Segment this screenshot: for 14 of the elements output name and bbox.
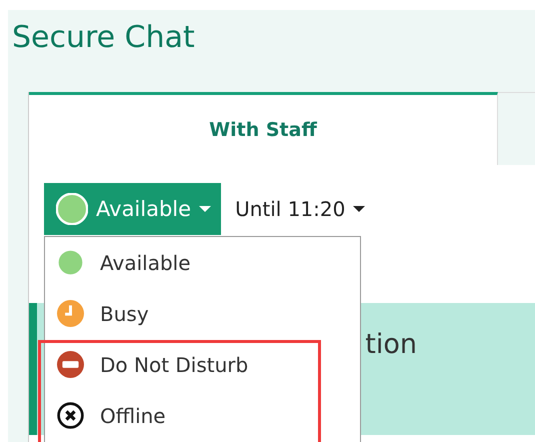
clock-icon <box>57 300 84 327</box>
tab[interactable]: With Staff <box>29 92 498 165</box>
minus-circle-icon <box>57 351 84 378</box>
banner-text: tion <box>365 329 417 362</box>
menu-item[interactable]: Busy <box>45 288 360 339</box>
caret-icon <box>353 206 366 212</box>
menu-item[interactable]: Available <box>45 237 360 288</box>
x-circle-icon <box>57 402 84 429</box>
until-dropdown[interactable]: Until 11:20 <box>235 197 366 221</box>
menu-item[interactable]: Do Not Disturb <box>45 339 360 390</box>
status-button[interactable]: Available <box>44 183 222 235</box>
page-title: Secure Chat <box>12 20 195 55</box>
caret-icon <box>199 206 212 212</box>
menu-item[interactable]: Offline <box>45 390 360 441</box>
